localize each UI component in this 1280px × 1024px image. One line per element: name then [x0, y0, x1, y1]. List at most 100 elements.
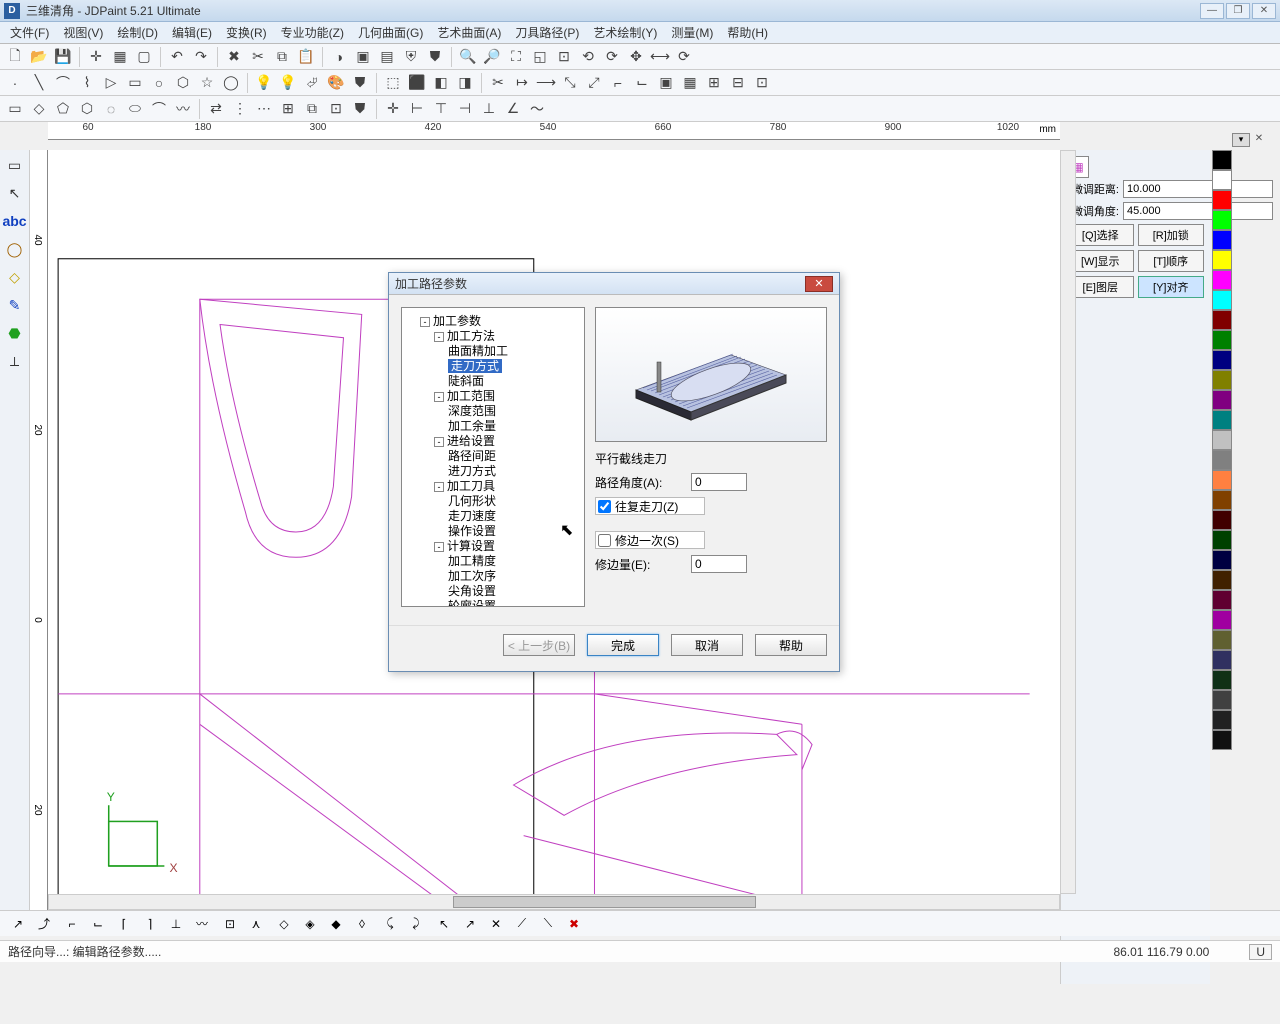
- bt10-icon[interactable]: ⋏: [244, 913, 268, 935]
- color-swatch[interactable]: [1212, 450, 1232, 470]
- menu-transform[interactable]: 变换(R): [220, 22, 273, 43]
- snap-icon[interactable]: ✛: [85, 46, 107, 68]
- sel1-icon[interactable]: ▭: [4, 98, 26, 120]
- dist-input[interactable]: [1123, 180, 1273, 198]
- dim4-icon[interactable]: ⤢: [583, 72, 605, 94]
- frame1-icon[interactable]: ▣: [655, 72, 677, 94]
- btn-e-layer[interactable]: [E]图层: [1067, 276, 1134, 298]
- color-swatch[interactable]: [1212, 530, 1232, 550]
- rect-icon[interactable]: ▭: [124, 72, 146, 94]
- dialog-titlebar[interactable]: 加工路径参数 ✕: [389, 273, 839, 295]
- menu-measure[interactable]: 测量(M): [665, 22, 719, 43]
- bt22-icon[interactable]: ✖: [562, 913, 586, 935]
- menu-file[interactable]: 文件(F): [4, 22, 55, 43]
- angle-icon[interactable]: ∠: [502, 98, 524, 120]
- new-icon[interactable]: 🗋: [4, 46, 26, 68]
- maximize-button[interactable]: ❐: [1226, 3, 1250, 19]
- params-tree[interactable]: -加工参数 -加工方法 曲面精加工 走刀方式 陡斜面 -加工范围 深度范围: [401, 307, 585, 607]
- bulb1-icon[interactable]: 💡: [253, 72, 275, 94]
- sel7-icon[interactable]: ⌒: [148, 98, 170, 120]
- blob-tool-icon[interactable]: ⬣: [2, 320, 28, 346]
- color-swatch[interactable]: [1212, 510, 1232, 530]
- btn-y-align[interactable]: [Y]对齐: [1138, 276, 1205, 298]
- rotate1-icon[interactable]: ⟲: [577, 46, 599, 68]
- color-swatch[interactable]: [1212, 390, 1232, 410]
- bt9-icon[interactable]: ⊡: [218, 913, 242, 935]
- bt11-icon[interactable]: ◇: [272, 913, 296, 935]
- dialog-close-button[interactable]: ✕: [805, 276, 833, 292]
- tree-feed[interactable]: 进给设置: [447, 434, 495, 448]
- dim1-icon[interactable]: ↦: [511, 72, 533, 94]
- color-swatch[interactable]: [1212, 670, 1232, 690]
- dim3-icon[interactable]: ⤡: [559, 72, 581, 94]
- tree-method-surface[interactable]: 曲面精加工: [448, 344, 580, 359]
- color-swatch[interactable]: [1212, 270, 1232, 290]
- view3d4-icon[interactable]: ◨: [454, 72, 476, 94]
- color-swatch[interactable]: [1212, 210, 1232, 230]
- redo-icon[interactable]: ↷: [190, 46, 212, 68]
- layer1-icon[interactable]: ▣: [352, 46, 374, 68]
- curve-icon[interactable]: 〜: [526, 98, 548, 120]
- bt17-icon[interactable]: ↖: [432, 913, 456, 935]
- control1-icon[interactable]: ⊞: [703, 72, 725, 94]
- tree-calc-corner[interactable]: 尖角设置: [448, 584, 580, 599]
- tree-method-cutmode[interactable]: 走刀方式: [448, 359, 502, 373]
- color-swatch[interactable]: [1212, 490, 1232, 510]
- tree-toggle-icon[interactable]: -: [434, 437, 444, 447]
- color-swatch[interactable]: [1212, 330, 1232, 350]
- color-swatch[interactable]: [1212, 250, 1232, 270]
- view3d2-icon[interactable]: ⬛: [406, 72, 428, 94]
- point-icon[interactable]: ·: [4, 72, 26, 94]
- bt5-icon[interactable]: ⌈: [112, 913, 136, 935]
- color-swatch[interactable]: [1212, 410, 1232, 430]
- tree-calc-precision[interactable]: 加工精度: [448, 554, 580, 569]
- tree-method[interactable]: 加工方法: [447, 329, 495, 343]
- panel-close-icon[interactable]: ✕: [1250, 133, 1268, 147]
- dim2-icon[interactable]: ⟶: [535, 72, 557, 94]
- control3-icon[interactable]: ⊡: [751, 72, 773, 94]
- trim-checkbox[interactable]: [598, 534, 611, 547]
- color-swatch[interactable]: [1212, 430, 1232, 450]
- sel4-icon[interactable]: ⬡: [76, 98, 98, 120]
- tree-root[interactable]: 加工参数: [433, 314, 481, 328]
- measure-tool-icon[interactable]: ⟂: [2, 348, 28, 374]
- menu-art[interactable]: 艺术曲面(A): [431, 22, 507, 43]
- sel5-icon[interactable]: ◌: [100, 98, 122, 120]
- color-swatch[interactable]: [1212, 590, 1232, 610]
- save-icon[interactable]: 💾: [52, 46, 74, 68]
- bt18-icon[interactable]: ↗: [458, 913, 482, 935]
- bt16-icon[interactable]: ⤸: [404, 913, 428, 935]
- tree-range[interactable]: 加工范围: [447, 389, 495, 403]
- sel6-icon[interactable]: ⬭: [124, 98, 146, 120]
- tree-feed-entry[interactable]: 进刀方式: [448, 464, 580, 479]
- tree-range-depth[interactable]: 深度范围: [448, 404, 580, 419]
- menu-artdraw[interactable]: 艺术绘制(Y): [587, 22, 663, 43]
- shield3-icon[interactable]: ⛊: [349, 72, 371, 94]
- grid-icon[interactable]: ▦: [109, 46, 131, 68]
- frame2-icon[interactable]: ▦: [679, 72, 701, 94]
- color-swatch[interactable]: [1212, 350, 1232, 370]
- paste-icon[interactable]: 📋: [295, 46, 317, 68]
- bt2-icon[interactable]: ⤴: [32, 913, 56, 935]
- sel3-icon[interactable]: ⬠: [52, 98, 74, 120]
- panel-toggle-icon[interactable]: ▾: [1232, 133, 1250, 147]
- scrollbar-vertical[interactable]: [1060, 150, 1076, 894]
- help-button[interactable]: 帮助: [755, 634, 827, 656]
- angle-input[interactable]: [1123, 202, 1273, 220]
- zoom-sel-icon[interactable]: ◱: [529, 46, 551, 68]
- bt1-icon[interactable]: ↗: [6, 913, 30, 935]
- color-swatch[interactable]: [1212, 370, 1232, 390]
- path-angle-input[interactable]: [691, 473, 747, 491]
- axes4-icon[interactable]: ⊥: [478, 98, 500, 120]
- play-icon[interactable]: ▷: [100, 72, 122, 94]
- select-tool-icon[interactable]: ▭: [2, 152, 28, 178]
- color-swatch[interactable]: [1212, 290, 1232, 310]
- color-swatch[interactable]: [1212, 190, 1232, 210]
- color-swatch[interactable]: [1212, 230, 1232, 250]
- arc-icon[interactable]: ⌒: [52, 72, 74, 94]
- btn-q-select[interactable]: [Q]选择: [1067, 224, 1134, 246]
- tree-toggle-icon[interactable]: -: [434, 392, 444, 402]
- ellipse-icon[interactable]: ◯: [220, 72, 242, 94]
- colorwheel-icon[interactable]: 🎨: [325, 72, 347, 94]
- text-tool-icon[interactable]: abc: [2, 208, 28, 234]
